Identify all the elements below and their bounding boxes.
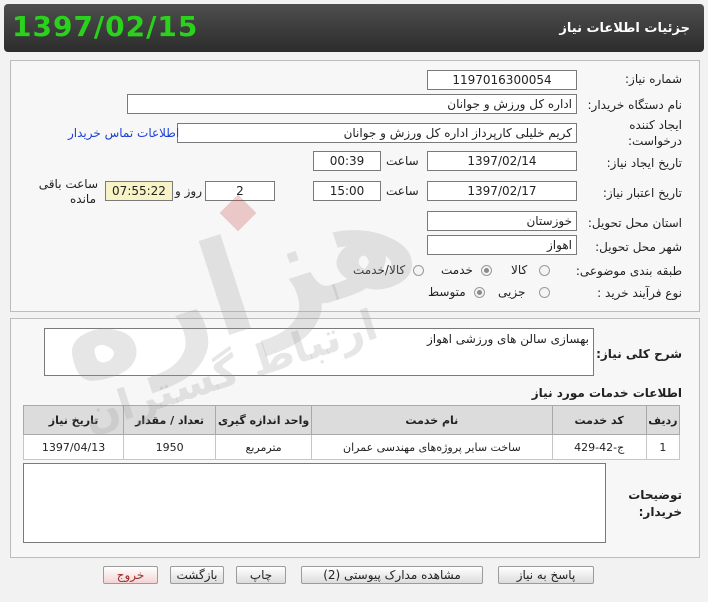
category-label: طبقه بندی موضوعی: bbox=[575, 264, 682, 278]
view-attachments-button[interactable]: مشاهده مدارک پیوستی (2) bbox=[301, 566, 483, 584]
cell-qty: 1950 bbox=[123, 434, 217, 460]
exit-button[interactable]: خروج bbox=[103, 566, 158, 584]
time-remaining-field: 07:55:22 bbox=[105, 181, 173, 201]
validity-time-label: ساعت bbox=[386, 184, 419, 198]
created-date-field: 1397/02/14 bbox=[427, 151, 577, 171]
created-time-label: ساعت bbox=[386, 154, 419, 168]
col-row: ردیف bbox=[645, 405, 681, 435]
cell-unit: مترمربع bbox=[215, 434, 313, 460]
services-table: ردیف کد خدمت نام خدمت واحد اندازه گیری ت… bbox=[22, 405, 681, 460]
validity-label: تاریخ اعتبار نیاز: bbox=[602, 186, 682, 200]
table-row: 1 ج-42-429 ساخت سایر پروژه‌های مهندسی عم… bbox=[22, 434, 681, 460]
created-date-label: تاریخ ایجاد نیاز: bbox=[606, 156, 682, 170]
creator-field: کریم خلیلی کارپرداز اداره کل ورزش و جوان… bbox=[177, 123, 577, 143]
process-medium-radio[interactable] bbox=[474, 287, 485, 298]
province-field: خوزستان bbox=[427, 211, 577, 231]
summary-label: شرح کلی نیاز: bbox=[596, 347, 682, 361]
process-medium-label: متوسط bbox=[428, 285, 466, 299]
days-and-label: روز و bbox=[175, 184, 202, 198]
cell-name: ساخت سایر پروژه‌های مهندسی عمران bbox=[311, 434, 553, 460]
back-button[interactable]: بازگشت bbox=[170, 566, 224, 584]
buyer-notes-label-2: خریدار: bbox=[638, 505, 682, 519]
cell-date: 1397/04/13 bbox=[22, 434, 125, 460]
need-number-label: شماره نیاز: bbox=[625, 72, 682, 86]
process-label: نوع فرآیند خرید : bbox=[597, 286, 682, 300]
category-goods-radio[interactable] bbox=[539, 265, 550, 276]
summary-field: بهسازی سالن های ورزشی اهواز bbox=[44, 328, 594, 376]
creator-label-2: درخواست: bbox=[628, 134, 682, 148]
cell-code: ج-42-429 bbox=[551, 434, 647, 460]
buyer-notes-field bbox=[23, 463, 606, 543]
page-header: 1397/02/15 جزئیات اطلاعات نیاز bbox=[4, 4, 704, 52]
category-service-radio[interactable] bbox=[481, 265, 492, 276]
category-both-radio[interactable] bbox=[413, 265, 424, 276]
col-unit: واحد اندازه گیری bbox=[215, 405, 313, 435]
category-service-label: خدمت bbox=[441, 263, 473, 277]
province-label: استان محل تحویل: bbox=[587, 216, 682, 230]
city-field: اهواز bbox=[427, 235, 577, 255]
cell-row: 1 bbox=[645, 434, 681, 460]
category-both-label: کالا/خدمت bbox=[353, 263, 406, 277]
validity-time-field: 15:00 bbox=[313, 181, 381, 201]
process-minor-label: جزیی bbox=[498, 285, 526, 299]
col-qty: تعداد / مقدار bbox=[123, 405, 217, 435]
header-date: 1397/02/15 bbox=[12, 10, 199, 43]
buyer-notes-label-1: توضیحات bbox=[628, 488, 682, 502]
creator-label-1: ایجاد کننده bbox=[629, 118, 682, 132]
col-date: تاریخ نیاز bbox=[22, 405, 125, 435]
buyer-contact-link[interactable]: اطلاعات تماس خریدار bbox=[68, 126, 179, 140]
days-remaining-field: 2 bbox=[205, 181, 275, 201]
city-label: شهر محل تحویل: bbox=[595, 240, 682, 254]
col-name: نام خدمت bbox=[311, 405, 553, 435]
reply-button[interactable]: پاسخ به نیاز bbox=[498, 566, 594, 584]
process-minor-radio[interactable] bbox=[539, 287, 550, 298]
buyer-org-field: اداره کل ورزش و جوانان bbox=[127, 94, 577, 114]
created-time-field: 00:39 bbox=[313, 151, 381, 171]
col-code: کد خدمت bbox=[551, 405, 647, 435]
services-section-title: اطلاعات خدمات مورد نیاز bbox=[531, 386, 682, 400]
validity-date-field: 1397/02/17 bbox=[427, 181, 577, 201]
category-goods-label: کالا bbox=[511, 263, 528, 277]
remaining-label-1: ساعت باقی bbox=[38, 177, 98, 191]
need-number-field: 1197016300054 bbox=[427, 70, 577, 90]
remaining-label-2: مانده bbox=[69, 192, 96, 206]
print-button[interactable]: چاپ bbox=[236, 566, 286, 584]
buyer-org-label: نام دستگاه خریدار: bbox=[587, 98, 683, 112]
page-title: جزئیات اطلاعات نیاز bbox=[559, 21, 690, 36]
